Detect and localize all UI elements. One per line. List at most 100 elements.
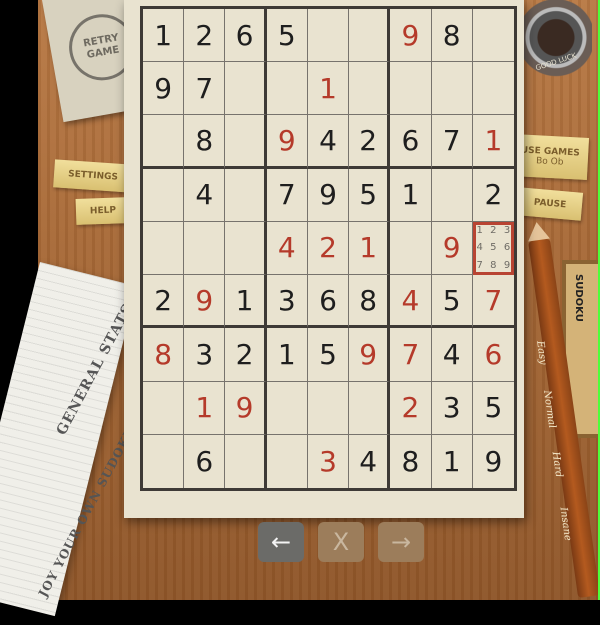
sudoku-cell[interactable] [266, 62, 308, 116]
sudoku-cell[interactable] [349, 9, 391, 63]
sudoku-cell[interactable]: 1 [390, 168, 432, 222]
sudoku-cell[interactable]: 2 [307, 221, 350, 276]
sudoku-cell[interactable]: 6 [307, 275, 350, 329]
sudoku-cell[interactable] [225, 115, 267, 169]
candidate-number: 8 [490, 259, 497, 271]
sudoku-cell[interactable]: 4 [390, 275, 432, 329]
sudoku-cell[interactable]: 9 [431, 221, 473, 276]
sudoku-cell[interactable] [143, 434, 185, 488]
sudoku-cell[interactable]: 1 [432, 434, 473, 488]
sudoku-cell[interactable] [431, 168, 473, 222]
difficulty-easy[interactable]: Easy [534, 340, 548, 365]
sudoku-cell[interactable]: 9 [349, 328, 391, 382]
sudoku-cell[interactable] [390, 62, 432, 116]
sudoku-cell[interactable]: 9 [225, 381, 267, 435]
sudoku-cell[interactable]: 9 [390, 9, 432, 63]
sudoku-cell[interactable]: 5 [266, 9, 308, 63]
sudoku-cell[interactable]: 7 [184, 62, 226, 116]
help-button[interactable]: HELP [75, 197, 131, 225]
sudoku-cell[interactable]: 1 [349, 221, 391, 276]
candidate-number: 9 [503, 259, 511, 271]
sudoku-cell[interactable] [143, 168, 185, 222]
candidate-number: 5 [490, 242, 497, 254]
sudoku-cell[interactable] [349, 62, 391, 116]
sudoku-cell[interactable]: 2 [143, 275, 185, 329]
sudoku-cell[interactable] [225, 434, 267, 488]
sudoku-cell[interactable]: 4 [266, 221, 308, 276]
sudoku-cell[interactable]: 5 [431, 275, 473, 329]
sudoku-cell[interactable]: 1 [472, 115, 514, 169]
sudoku-cell[interactable] [266, 381, 308, 435]
sudoku-cell[interactable]: 7 [266, 168, 308, 222]
sudoku-cell[interactable]: 2 [184, 9, 226, 63]
sudoku-cell[interactable] [225, 62, 267, 116]
arrow-right-icon: → [390, 528, 412, 556]
sudoku-cell[interactable]: 2 [472, 169, 514, 222]
sudoku-cell[interactable]: 9 [266, 115, 308, 169]
sudoku-cell[interactable]: 7 [390, 328, 432, 382]
sudoku-cell[interactable]: 4 [307, 115, 350, 169]
sudoku-cell[interactable]: 123 456 789 [472, 221, 514, 276]
clear-button[interactable]: X [318, 522, 364, 562]
sudoku-cell[interactable] [143, 115, 185, 169]
sudoku-cell[interactable]: 6 [225, 9, 267, 63]
sudoku-cell[interactable] [225, 221, 267, 276]
sudoku-cell[interactable]: 5 [349, 168, 391, 222]
sudoku-cell[interactable] [307, 9, 350, 63]
sudoku-cell[interactable]: 1 [225, 275, 267, 329]
sudoku-cell[interactable]: 5 [472, 382, 514, 435]
sudoku-cell[interactable] [267, 434, 308, 488]
pause-button[interactable]: PAUSE [516, 187, 584, 221]
candidate-number: 7 [476, 259, 483, 271]
sudoku-cell[interactable]: 9 [143, 62, 185, 116]
candidate-number: 2 [490, 225, 497, 237]
sudoku-cell[interactable]: 8 [349, 275, 391, 329]
sudoku-cell[interactable]: 3 [266, 275, 308, 329]
sudoku-cell[interactable]: 8 [184, 115, 226, 169]
candidate-number: 3 [503, 225, 511, 237]
sudoku-cell[interactable]: 3 [184, 328, 226, 382]
arrow-left-icon: ← [270, 528, 292, 556]
sudoku-cell[interactable] [307, 381, 350, 435]
sudoku-cell[interactable] [225, 168, 267, 222]
sudoku-cell[interactable]: 2 [349, 115, 391, 169]
sudoku-cell[interactable]: 9 [184, 275, 226, 329]
settings-label: SETTINGS [67, 169, 119, 183]
undo-button[interactable]: ← [258, 522, 304, 562]
sudoku-cell[interactable]: 1 [143, 9, 185, 63]
sudoku-cell[interactable] [143, 221, 185, 276]
redo-button[interactable]: → [378, 522, 424, 562]
sudoku-cell[interactable]: 8 [390, 434, 432, 488]
sudoku-cell[interactable]: 2 [225, 328, 267, 382]
difficulty-hard[interactable]: Hard [550, 451, 564, 478]
sudoku-cell[interactable] [390, 221, 432, 276]
sudoku-cell[interactable] [472, 62, 514, 116]
sudoku-cell[interactable]: 7 [431, 115, 473, 169]
sudoku-cell[interactable]: 4 [349, 434, 391, 488]
sudoku-cell[interactable]: 5 [307, 328, 350, 382]
sudoku-cell[interactable]: 8 [431, 9, 473, 63]
sudoku-cell[interactable]: 9 [473, 435, 514, 488]
sudoku-cell[interactable]: 8 [143, 328, 185, 382]
x-icon: X [332, 528, 350, 556]
sudoku-cell[interactable]: 6 [184, 434, 226, 488]
settings-button[interactable]: SETTINGS [53, 159, 133, 193]
sudoku-cell[interactable] [184, 221, 226, 276]
sudoku-cell[interactable]: 1 [266, 328, 308, 382]
sudoku-cell[interactable]: 4 [431, 328, 473, 382]
sudoku-cell[interactable]: 4 [184, 168, 226, 222]
sudoku-cell[interactable]: 3 [431, 381, 473, 435]
sudoku-cell[interactable] [349, 381, 391, 435]
sudoku-cell[interactable] [431, 62, 473, 116]
sudoku-cell[interactable]: 3 [308, 434, 350, 488]
sudoku-cell[interactable]: 7 [472, 275, 514, 329]
sudoku-cell[interactable]: 9 [307, 168, 350, 222]
candidate-number: 1 [476, 225, 483, 237]
sudoku-cell[interactable] [472, 9, 514, 63]
sudoku-cell[interactable]: 1 [307, 62, 350, 116]
sudoku-cell[interactable] [143, 381, 185, 435]
sudoku-cell[interactable]: 6 [390, 115, 432, 169]
sudoku-cell[interactable]: 6 [472, 328, 514, 382]
sudoku-cell[interactable]: 1 [184, 381, 226, 435]
sudoku-cell[interactable]: 2 [390, 381, 432, 435]
